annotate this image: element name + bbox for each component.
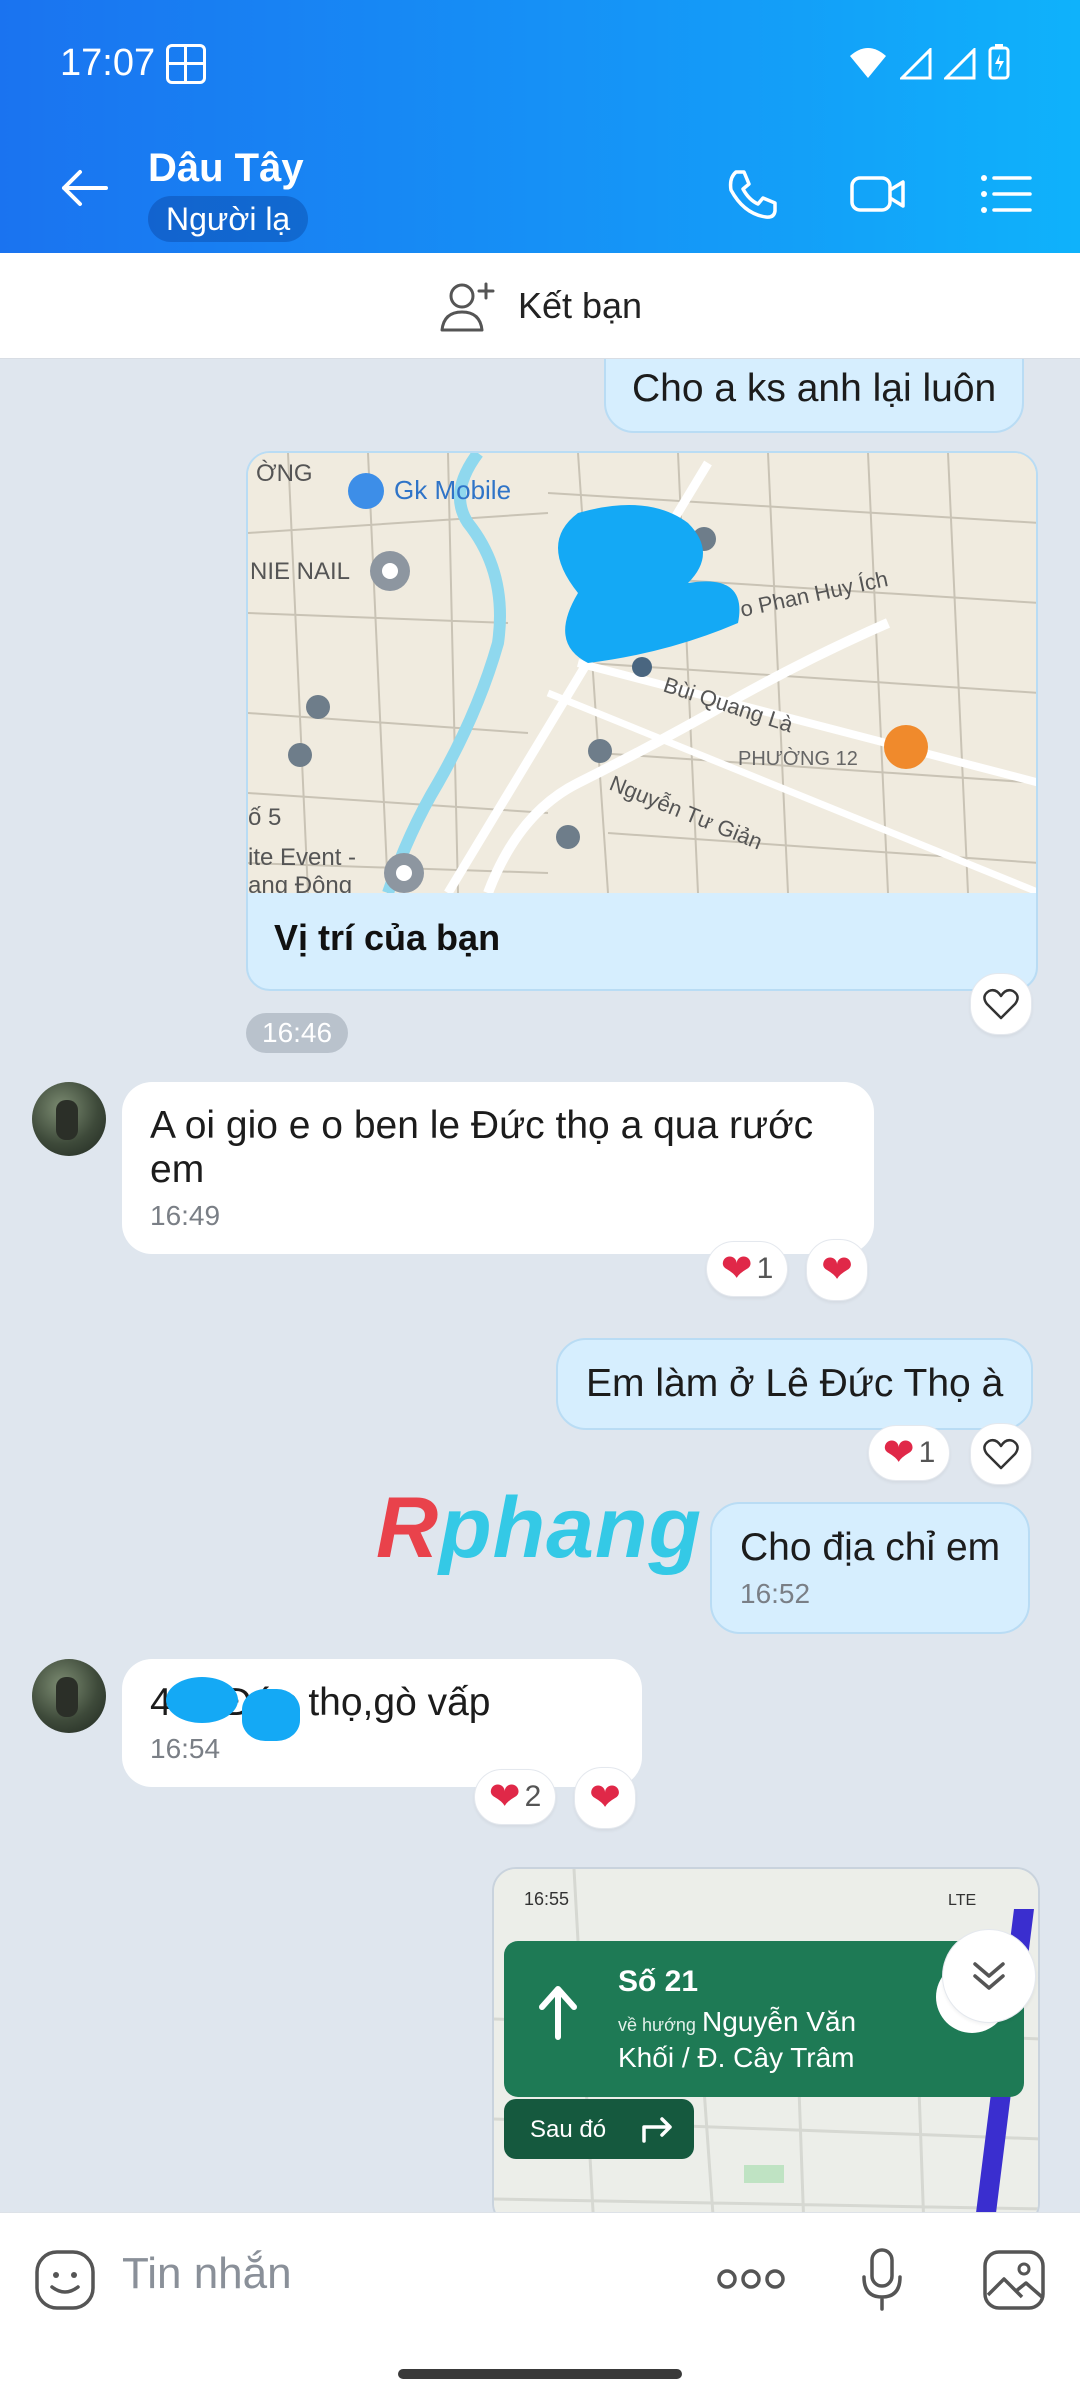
status-time: 17:07 (60, 42, 156, 84)
redaction-scribble (242, 1689, 300, 1741)
message-incoming[interactable]: A oi gio e o ben le Đức thọ a qua rước e… (122, 1082, 874, 1254)
stranger-badge: Người lạ (148, 196, 309, 242)
message-time-chip: 16:46 (246, 1013, 349, 1053)
video-call-icon[interactable] (848, 164, 908, 224)
wifi-icon (850, 48, 886, 78)
message-outgoing[interactable]: Cho a ks anh lại luôn (604, 359, 1025, 433)
watermark-rest: phang (439, 1480, 703, 1576)
message-time: 16:52 (740, 1578, 811, 1609)
message-outgoing[interactable]: Em làm ở Lê Đức Thọ à (556, 1338, 1034, 1430)
react-button[interactable] (970, 973, 1032, 1035)
reaction-count: 1 (756, 1252, 774, 1285)
microphone-icon[interactable] (858, 2247, 906, 2313)
menu-list-icon[interactable] (976, 164, 1036, 224)
react-button[interactable]: ❤ (806, 1239, 868, 1301)
map-preview: ỜNG Gk Mobile NIE NAIL o Phan Huy Ích Bù… (248, 453, 1036, 893)
heart-outline-icon (983, 988, 1019, 1020)
watermark-r: R (376, 1480, 440, 1576)
back-arrow-icon[interactable] (56, 160, 112, 216)
react-button[interactable]: ❤ (574, 1767, 636, 1829)
message-list[interactable]: Cho a ks anh lại luôn ỜNG Gk Mobile NIE … (0, 359, 1080, 2212)
message-outgoing[interactable]: Cho địa chỉ em 16:52 (710, 1502, 1031, 1634)
location-card[interactable]: ỜNG Gk Mobile NIE NAIL o Phan Huy Ích Bù… (246, 451, 1038, 991)
shot-then: Sau đó (530, 2116, 606, 2143)
contact-name[interactable]: Dâu Tây (148, 146, 304, 191)
battery-icon (988, 44, 1010, 80)
message-input-bar: Tin nhắn (0, 2212, 1080, 2400)
reaction-summary[interactable]: ❤ 2 (474, 1769, 556, 1825)
sticker-emoji-icon[interactable] (34, 2249, 96, 2311)
map-text-edge3: ite Event - (248, 844, 356, 871)
location-label: Vị trí của bạn (274, 917, 501, 958)
contact-avatar[interactable] (32, 1082, 106, 1156)
shot-street-num: Số 21 (618, 1965, 698, 1998)
message-input[interactable]: Tin nhắn (122, 2249, 292, 2299)
heart-icon: ❤ (882, 1432, 915, 1474)
add-friend-icon (440, 282, 495, 331)
map-text-nail: NIE NAIL (250, 558, 350, 585)
heart-icon: ❤ (821, 1249, 853, 1291)
reaction-summary[interactable]: ❤ 1 (868, 1425, 950, 1481)
status-bar: 17:07 (0, 0, 1080, 130)
map-text-edge4: ạng Đông (248, 872, 352, 893)
shot-dest-1: Nguyễn Văn (702, 2006, 856, 2037)
shot-toward: về hướng (618, 2015, 696, 2035)
message-time: 16:54 (150, 1733, 221, 1764)
navigation-screenshot: 16:55 LTE Số 21 về hướng Nguyễn Văn Khối… (494, 1869, 1038, 2212)
redaction-scribble (166, 1677, 238, 1723)
reaction-count: 2 (524, 1780, 542, 1813)
image-gallery-icon[interactable] (982, 2249, 1046, 2311)
map-text-ward: PHƯỜNG 12 (738, 747, 858, 770)
message-time: 16:49 (150, 1200, 221, 1231)
system-icons (848, 44, 1010, 80)
scroll-to-bottom-button[interactable] (942, 1929, 1036, 2023)
map-text-edge1: ỜNG (256, 460, 313, 487)
add-friend-bar[interactable]: Kết bạn (0, 253, 1080, 359)
contact-avatar[interactable] (32, 1659, 106, 1733)
message-text: A oi gio e o ben le Đức thọ a qua rước e… (150, 1104, 814, 1191)
message-text: Cho a ks anh lại luôn (632, 367, 997, 410)
qr-app-icon (166, 44, 206, 84)
shot-dest-2: Khối / Đ. Cây Trâm (618, 2042, 855, 2073)
signal-icon (900, 48, 932, 80)
signal-icon-2 (944, 48, 976, 80)
chat-header: 17:07 Dâu Tây Người lạ (0, 0, 1080, 253)
map-text-edge2: ố 5 (248, 804, 281, 831)
heart-outline-icon (983, 1438, 1019, 1470)
double-chevron-down-icon (973, 1962, 1005, 1990)
heart-icon: ❤ (488, 1776, 521, 1818)
more-options-icon[interactable] (716, 2267, 786, 2291)
gesture-nav-bar[interactable] (398, 2369, 682, 2379)
watermark-logo: Rphang (376, 1479, 702, 1578)
shot-network: LTE (948, 1892, 976, 1909)
heart-icon: ❤ (720, 1248, 753, 1290)
message-text: Cho địa chỉ em (740, 1526, 1001, 1569)
add-friend-label: Kết bạn (517, 284, 643, 326)
phone-call-icon[interactable] (722, 164, 782, 224)
reaction-summary[interactable]: ❤ 1 (706, 1241, 788, 1297)
message-text: Em làm ở Lê Đức Thọ à (586, 1362, 1004, 1405)
reaction-count: 1 (918, 1436, 936, 1469)
map-text-gk: Gk Mobile (394, 475, 511, 505)
react-button[interactable] (970, 1423, 1032, 1485)
heart-icon: ❤ (589, 1777, 621, 1819)
shot-status-time: 16:55 (524, 1889, 569, 1909)
image-message[interactable]: 16:55 LTE Số 21 về hướng Nguyễn Văn Khối… (492, 1867, 1040, 2212)
